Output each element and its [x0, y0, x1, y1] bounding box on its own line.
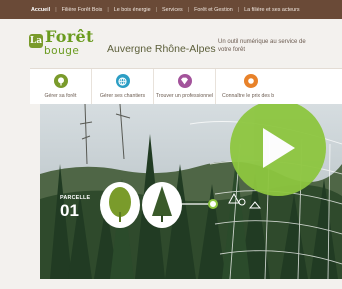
- nav-separator: |: [155, 6, 158, 13]
- globe-icon: [115, 74, 130, 88]
- nav-filiere-acteurs[interactable]: La filière et ses acteurs: [244, 7, 299, 13]
- tab-label: Connaître le prix des b: [222, 93, 275, 99]
- nav-foret-gestion[interactable]: Forêt et Gestion: [194, 7, 233, 13]
- site-tagline: Un outil numérique au service de votre f…: [218, 39, 306, 53]
- timeline-marker[interactable]: [208, 199, 218, 209]
- deciduous-tree-icon: [109, 187, 131, 222]
- tab-prix-bois[interactable]: Connaître le prix des b: [216, 69, 286, 105]
- tab-gerer-foret[interactable]: Gérer sa forêt: [30, 69, 92, 105]
- tab-gerer-chantiers[interactable]: Gérer ses chantiers: [92, 69, 154, 105]
- left-margin: [0, 104, 40, 279]
- nav-accueil[interactable]: Accueil: [31, 7, 50, 13]
- nav-services[interactable]: Services: [162, 7, 183, 13]
- logo-badge: La: [29, 34, 43, 48]
- nav-separator: |: [237, 6, 240, 13]
- nav-separator: |: [107, 6, 109, 13]
- hero-video[interactable]: [40, 104, 342, 279]
- site-logo[interactable]: La Forêt bouge: [29, 27, 101, 62]
- nav-filiere-foret-bois[interactable]: Filière Forêt Bois: [62, 7, 103, 13]
- tab-trouver-professionnel[interactable]: Trouver un professionnel: [154, 69, 216, 105]
- service-tabs: Gérer sa forêt Gérer ses chantiers Trouv…: [30, 68, 342, 105]
- tab-label: Gérer ses chantiers: [99, 93, 146, 99]
- parcel-label: PARCELLE 01: [60, 195, 90, 219]
- tree-icon: [53, 74, 68, 88]
- nav-separator: |: [55, 6, 57, 13]
- top-navigation: Accueil | Filière Forêt Bois | Le bois é…: [0, 0, 342, 19]
- play-button[interactable]: [230, 104, 326, 196]
- page: Accueil | Filière Forêt Bois | Le bois é…: [0, 0, 342, 289]
- price-icon: [244, 74, 258, 88]
- nav-bois-energie[interactable]: Le bois énergie: [114, 7, 151, 13]
- logo-bouge-text: bouge: [44, 45, 80, 57]
- parcel-tree-badge-1: [100, 182, 140, 228]
- nav-separator: |: [187, 6, 190, 13]
- site-header: La Forêt bouge Auvergne Rhône-Alpes Un o…: [0, 19, 342, 68]
- conifer-tree-icon: [152, 186, 172, 222]
- logo-foret-text: Forêt: [45, 27, 94, 46]
- play-icon: [263, 128, 295, 168]
- parcel-number: 01: [60, 201, 79, 220]
- diamond-icon: [177, 74, 192, 88]
- tab-label: Trouver un professionnel: [155, 93, 214, 99]
- tab-label: Gérer sa forêt: [44, 93, 77, 99]
- parcel-tree-badge-2: [142, 182, 182, 228]
- region-title: Auvergne Rhône-Alpes: [107, 43, 216, 55]
